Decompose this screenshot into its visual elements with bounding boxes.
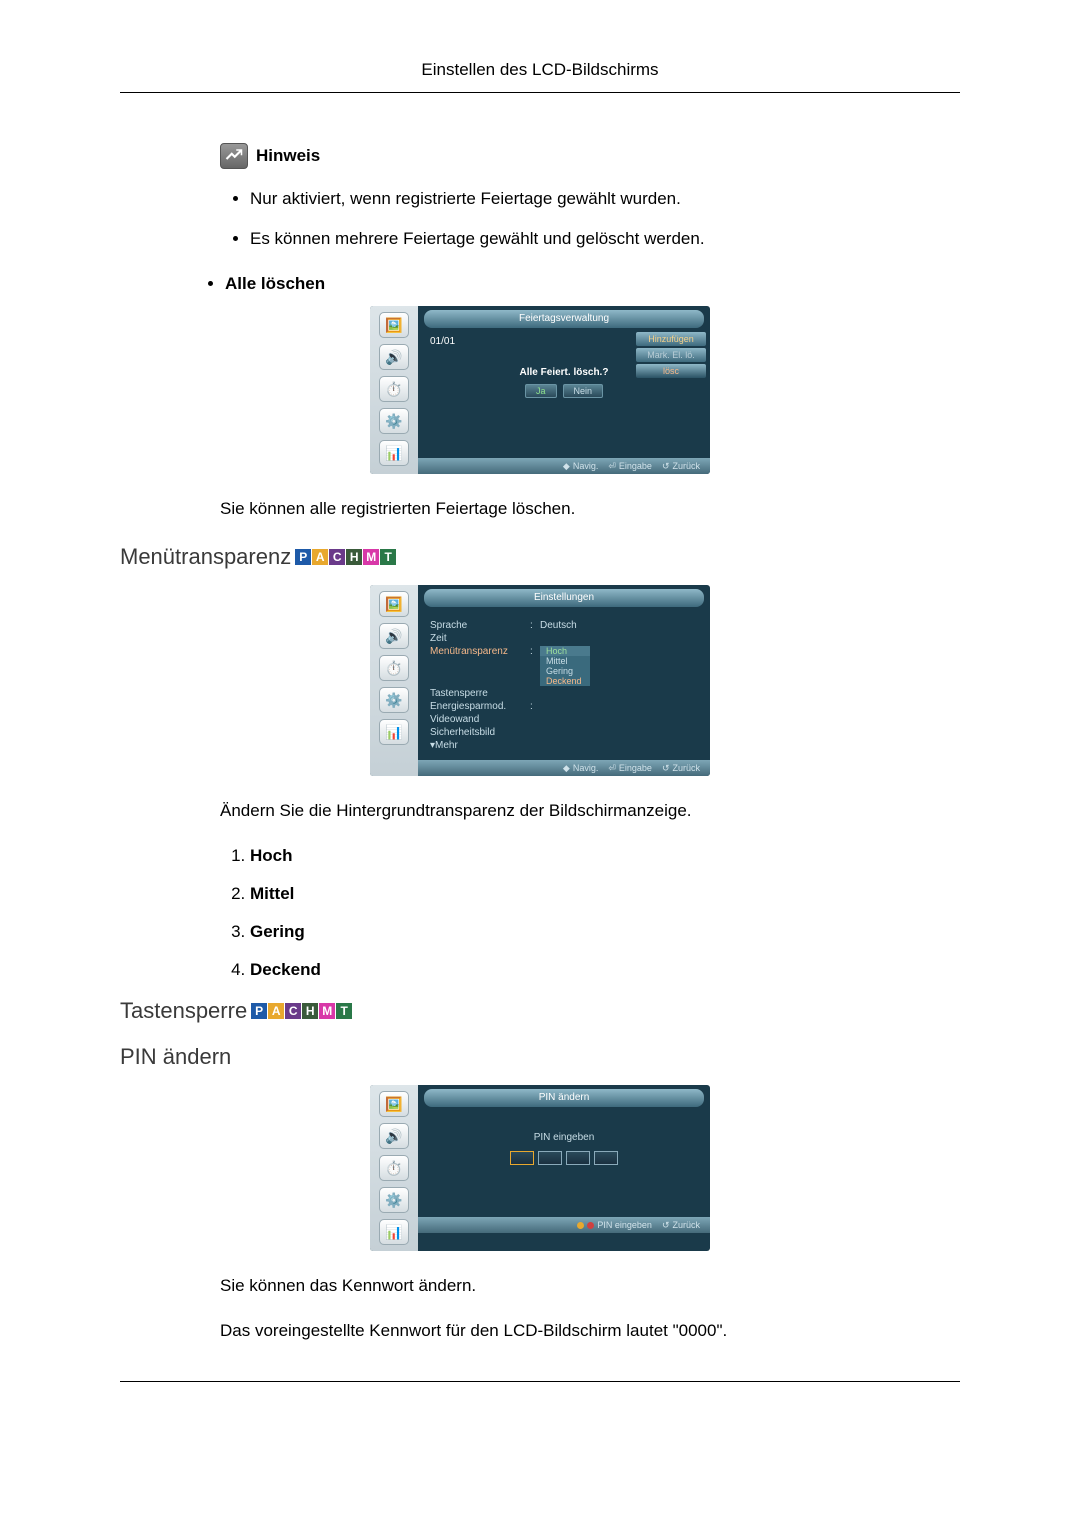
section-menu-transparency: Menütransparenz P A C H M T [120,544,960,570]
osd-footer: ◆ Navig. ⏎ Eingabe ↺ Zurück [418,760,710,776]
pin-digit-1[interactable] [510,1151,534,1165]
opt-hoch[interactable]: Hoch [540,646,590,656]
list-item: Mittel [250,884,960,904]
dialog-title: Alle Feiert. lösch.? [484,367,644,378]
opt-mittel[interactable]: Mittel [540,656,590,666]
side-tab-picture-icon[interactable]: 🖼️ [379,1091,409,1117]
osd-side-tabs: 🖼️ 🔊 ⏱️ ⚙️ 📊 [370,585,418,776]
pin-digit-4[interactable] [594,1151,618,1165]
list-item: Hoch [250,846,960,866]
mode-h-icon: H [346,549,362,565]
side-tab-multi-icon[interactable]: 📊 [379,440,409,466]
mode-p-icon: P [295,549,311,565]
osd-title: Feiertagsverwaltung [424,310,704,328]
footer-pin-enter: PIN eingeben [577,1220,652,1230]
mode-t-icon: T [380,549,396,565]
footer-back: ↺ Zurück [662,1220,700,1231]
side-tab-time-icon[interactable]: ⏱️ [379,1155,409,1181]
mode-t-icon: T [336,1003,352,1019]
text-pin-change-desc: Sie können das Kennwort ändern. [220,1276,960,1296]
dialog-yes-button[interactable]: Ja [525,384,557,398]
osd-footer: ◆ Navig. ⏎ Eingabe ↺ Zurück [418,458,710,474]
side-tab-sound-icon[interactable]: 🔊 [379,344,409,370]
osd-settings: 🖼️ 🔊 ⏱️ ⚙️ 📊 Einstellungen Sprache:Deuts… [370,585,710,776]
footer-enter: ⏎ Eingabe [608,763,652,774]
confirm-dialog: Alle Feiert. lösch.? Ja Nein [484,367,644,398]
text-pin-default: Das voreingestellte Kennwort für den LCD… [220,1321,960,1341]
delete-button[interactable]: lösc [636,364,706,378]
row-language[interactable]: Sprache:Deutsch [430,619,698,632]
row-security[interactable]: Sicherheitsbild [430,726,698,739]
text-transparency-desc: Ändern Sie die Hintergrundtransparenz de… [220,801,960,821]
mode-badges: P A C H M T [251,1003,352,1019]
mode-a-icon: A [312,549,328,565]
osd-footer: PIN eingeben ↺ Zurück [418,1217,710,1233]
side-tab-picture-icon[interactable]: 🖼️ [379,312,409,338]
mode-badges: P A C H M T [295,549,396,565]
side-tab-multi-icon[interactable]: 📊 [379,1219,409,1245]
row-lock[interactable]: Tastensperre [430,687,698,700]
row-energy[interactable]: Energiesparmod.: [430,700,698,713]
bullet-item: Es können mehrere Feiertage gewählt und … [250,229,960,249]
osd-title: Einstellungen [424,589,704,607]
bullet-item: Nur aktiviert, wenn registrierte Feierta… [250,189,960,209]
row-videowall[interactable]: Videowand [430,713,698,726]
section-key-lock: Tastensperre P A C H M T [120,998,960,1024]
mark-delete-button[interactable]: Mark. El. lö. [636,348,706,362]
add-button[interactable]: Hinzufügen [636,332,706,346]
note-row: Hinweis [220,143,960,169]
side-tab-sound-icon[interactable]: 🔊 [379,1123,409,1149]
opt-deckend[interactable]: Deckend [540,676,590,686]
holiday-side-menu: Hinzufügen Mark. El. lö. lösc [636,332,706,378]
footer-back: ↺ Zurück [662,763,700,774]
pin-prompt: PIN eingeben [418,1132,710,1143]
delete-all-label: Alle löschen [225,274,960,294]
footer-enter: ⏎ Eingabe [608,461,652,472]
footer-back: ↺ Zurück [662,461,700,472]
section-pin-change: PIN ändern [120,1044,960,1070]
text-delete-all-desc: Sie können alle registrierten Feiertage … [220,499,960,519]
note-bullets: Nur aktiviert, wenn registrierte Feierta… [250,189,960,249]
side-tab-time-icon[interactable]: ⏱️ [379,655,409,681]
row-more[interactable]: ▾ Mehr [430,739,698,752]
transparency-levels-list: Hoch Mittel Gering Deckend [250,846,960,980]
delete-all-bullet: Alle löschen [225,274,960,294]
note-label: Hinweis [256,146,320,166]
footer-divider [120,1381,960,1382]
mode-m-icon: M [363,549,379,565]
mode-c-icon: C [329,549,345,565]
side-tab-multi-icon[interactable]: 📊 [379,719,409,745]
footer-nav: ◆ Navig. [563,461,598,472]
mode-a-icon: A [268,1003,284,1019]
side-tab-picture-icon[interactable]: 🖼️ [379,591,409,617]
mode-p-icon: P [251,1003,267,1019]
list-item: Gering [250,922,960,942]
mode-h-icon: H [302,1003,318,1019]
mode-c-icon: C [285,1003,301,1019]
row-transparency[interactable]: Menütransparenz: Hoch Mittel Gering Deck… [430,645,698,687]
row-time[interactable]: Zeit [430,632,698,645]
side-tab-settings-icon[interactable]: ⚙️ [379,1187,409,1213]
pin-digit-3[interactable] [566,1151,590,1165]
side-tab-time-icon[interactable]: ⏱️ [379,376,409,402]
transparency-options: Hoch Mittel Gering Deckend [540,646,590,686]
side-tab-settings-icon[interactable]: ⚙️ [379,687,409,713]
settings-list: Sprache:Deutsch Zeit Menütransparenz: Ho… [430,615,698,756]
side-tab-sound-icon[interactable]: 🔊 [379,623,409,649]
osd-title: PIN ändern [424,1089,704,1107]
page-header: Einstellen des LCD-Bildschirms [120,60,960,93]
pin-boxes [418,1151,710,1165]
opt-gering[interactable]: Gering [540,666,590,676]
osd-pin-change: 🖼️ 🔊 ⏱️ ⚙️ 📊 PIN ändern PIN eingeben PIN… [370,1085,710,1251]
list-item: Deckend [250,960,960,980]
osd-side-tabs: 🖼️ 🔊 ⏱️ ⚙️ 📊 [370,1085,418,1251]
osd-holiday-management: 🖼️ 🔊 ⏱️ ⚙️ 📊 Feiertagsverwaltung 01/01 H… [370,306,710,474]
pin-digit-2[interactable] [538,1151,562,1165]
footer-nav: ◆ Navig. [563,763,598,774]
mode-m-icon: M [319,1003,335,1019]
note-icon [220,143,248,169]
side-tab-settings-icon[interactable]: ⚙️ [379,408,409,434]
dialog-no-button[interactable]: Nein [563,384,604,398]
osd-side-tabs: 🖼️ 🔊 ⏱️ ⚙️ 📊 [370,306,418,474]
